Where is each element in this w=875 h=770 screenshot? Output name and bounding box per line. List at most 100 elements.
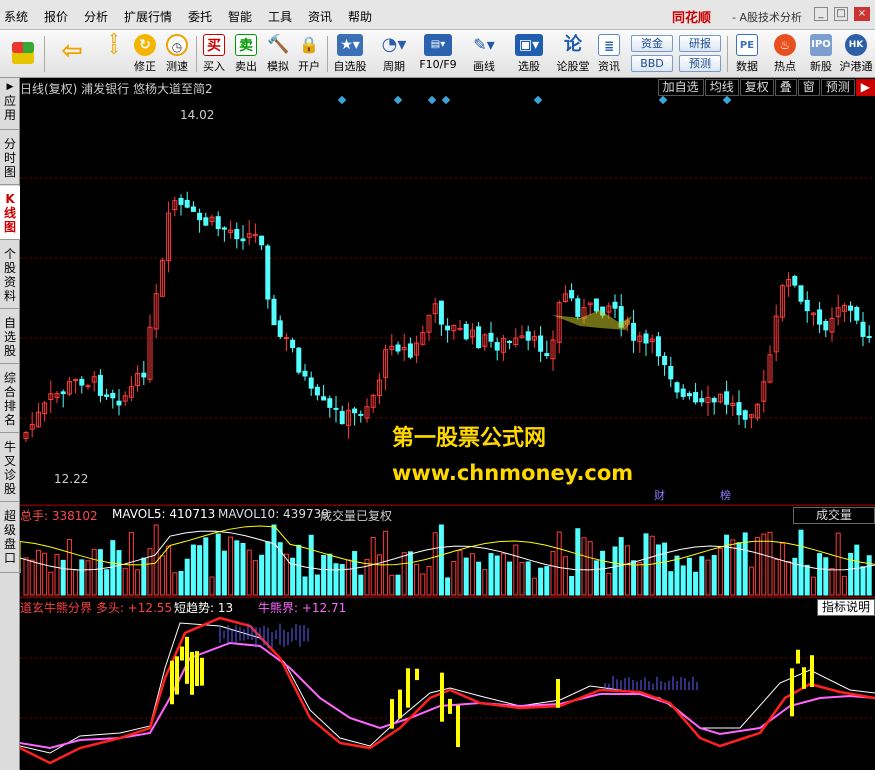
kline-title: 日线(复权) 浦发银行 悠杨大道至简2: [20, 82, 213, 96]
candlestick: [184, 199, 190, 208]
candlestick: [321, 396, 327, 401]
toolbar-draw-button[interactable]: ✎▾ 画线: [464, 32, 504, 76]
menu-item-analysis[interactable]: 分析: [84, 8, 108, 25]
toolbar-speedtest-button[interactable]: ◷ 测速: [162, 32, 192, 76]
candlestick: [817, 309, 823, 325]
volume-bar: [29, 559, 35, 596]
toolbar-open-account-button[interactable]: 🔒 开户: [295, 32, 323, 76]
tab-apps[interactable]: ▶ 应用: [0, 78, 20, 130]
candlestick: [296, 347, 302, 373]
tab-timeshare[interactable]: 分时图: [0, 131, 20, 185]
toolbar-buy-button[interactable]: 买 买入: [200, 32, 228, 76]
tab-super-panel[interactable]: 超级盘口: [0, 503, 20, 573]
volume-bar: [513, 544, 519, 596]
volume-bar: [655, 544, 661, 596]
candlestick: [314, 386, 320, 396]
toolbar-back-button[interactable]: ⇦: [54, 32, 90, 76]
volume-note: 成交量已复权: [320, 509, 393, 523]
toolbar-sell-button[interactable]: 卖 卖出: [232, 32, 260, 76]
toolbar-hk-connect-button[interactable]: HK 沪港通: [838, 32, 874, 76]
toolbar-fix-button[interactable]: ↻ 修正: [130, 32, 160, 76]
candlestick: [643, 333, 649, 344]
menu-item-news[interactable]: 资讯: [308, 8, 332, 25]
sell-label: 卖出: [235, 60, 257, 73]
window-button[interactable]: 窗: [797, 79, 820, 96]
menu-item-tools[interactable]: 工具: [268, 8, 292, 25]
add-watchlist-button[interactable]: 加自选: [657, 79, 704, 96]
forecast-panel-button[interactable]: 预测: [820, 79, 855, 96]
candlestick: [290, 339, 296, 349]
toolbar-watchlist-button[interactable]: ★▾ 自选股: [330, 32, 370, 76]
toolbar-period-button[interactable]: ◔▾ 周期: [374, 32, 414, 76]
volume-bar: [66, 539, 72, 596]
toolbar: ⇦ ⇧ ⇩ ↻ 修正 ◷ 测速 买 买入 卖 卖出 🔨 模拟 🔒 开户 ★▾ 自选…: [0, 30, 875, 78]
period-icon: ◔▾: [381, 34, 407, 55]
event-tag-finance[interactable]: 财: [654, 487, 665, 503]
toolbar-forum-button[interactable]: 论 论股堂: [554, 32, 592, 76]
buy-icon: 买: [203, 34, 225, 56]
menu-item-extended[interactable]: 扩展行情: [124, 8, 172, 25]
toolbar-updown-button[interactable]: ⇧ ⇩: [100, 32, 128, 76]
event-marker-icon: [441, 95, 451, 105]
toolbar-f10-button[interactable]: ▤▾ F10/F9: [416, 32, 460, 76]
long-trend-line: [20, 616, 875, 765]
indicator-help-button[interactable]: 指标说明: [817, 599, 875, 616]
chart-area[interactable]: 日线(复权) 浦发银行 悠杨大道至简2 加自选 均线 复权叠窗预测 ▶ 14.02 1…: [20, 78, 875, 770]
volume-bar: [631, 560, 637, 596]
candlestick: [476, 326, 482, 349]
volume-bar: [314, 574, 320, 596]
toolbar-news-button[interactable]: ≣ 资讯: [594, 32, 624, 76]
speedtest-label: 测速: [166, 60, 188, 73]
candlestick: [457, 327, 463, 330]
volume-bar: [376, 554, 382, 596]
tab-ranking[interactable]: 综合排名: [0, 365, 20, 433]
expand-arrow-icon[interactable]: ▶: [855, 79, 875, 96]
signal-bar: [456, 705, 460, 748]
funds-button[interactable]: 资金: [631, 35, 673, 52]
volume-bar: [810, 576, 816, 596]
menu-item-quote[interactable]: 报价: [44, 8, 68, 25]
tab-ranking-label: 综合排名: [4, 371, 17, 427]
toolbar-stock-picker-button[interactable]: ▣▾ 选股: [508, 32, 550, 76]
menu-item-smart[interactable]: 智能: [228, 8, 252, 25]
volume-bar: [259, 554, 265, 596]
menu-item-system[interactable]: 系统: [4, 8, 28, 25]
ma-button[interactable]: 均线: [704, 79, 739, 96]
candlestick: [240, 238, 246, 242]
candlestick: [283, 337, 289, 340]
event-tag-board[interactable]: 榜: [720, 487, 731, 503]
candlestick: [327, 398, 333, 408]
tab-watchlist[interactable]: 自选股: [0, 310, 20, 364]
research-button[interactable]: 研报: [679, 35, 721, 52]
volume-bar: [401, 552, 407, 596]
toolbar-grid-button[interactable]: [6, 32, 40, 76]
tab-diagnosis[interactable]: 牛叉诊股: [0, 434, 20, 502]
toolbar-data-button[interactable]: PE 数据: [732, 32, 762, 76]
minimize-button[interactable]: _: [814, 7, 828, 21]
star-icon: ★▾: [337, 34, 363, 56]
toolbar-hot-button[interactable]: ♨ 热点: [768, 32, 802, 76]
tab-watchlist-label: 自选股: [4, 316, 17, 358]
volume-bar: [798, 529, 804, 596]
maximize-button[interactable]: □: [834, 7, 848, 21]
signal-bar: [556, 679, 560, 708]
volume-bar: [234, 540, 240, 596]
forecast-button[interactable]: 预测: [679, 55, 721, 72]
close-button[interactable]: ×: [854, 7, 870, 21]
bbd-button[interactable]: BBD: [631, 55, 673, 72]
left-tab-bar: ▶ 应用 分时图 K线图 个股资料 自选股 综合排名 牛叉诊股 超级盘口: [0, 78, 20, 770]
clock-icon: ◷: [166, 34, 188, 56]
toolbar-simulate-button[interactable]: 🔨 模拟: [264, 32, 292, 76]
candlestick: [699, 398, 705, 403]
volume-bar: [73, 569, 79, 596]
candlestick: [494, 342, 500, 351]
volume-indicator-button[interactable]: 成交量: [793, 507, 875, 524]
menu-item-help[interactable]: 帮助: [348, 8, 372, 25]
toolbar-ipo-button[interactable]: IPO 新股: [806, 32, 836, 76]
overlay-button[interactable]: 叠: [774, 79, 797, 96]
signal-bar: [448, 698, 452, 714]
adjust-button[interactable]: 复权: [739, 79, 774, 96]
tab-kline[interactable]: K线图: [0, 186, 20, 240]
menu-item-trade[interactable]: 委托: [188, 8, 212, 25]
tab-stock-profile[interactable]: 个股资料: [0, 241, 20, 309]
